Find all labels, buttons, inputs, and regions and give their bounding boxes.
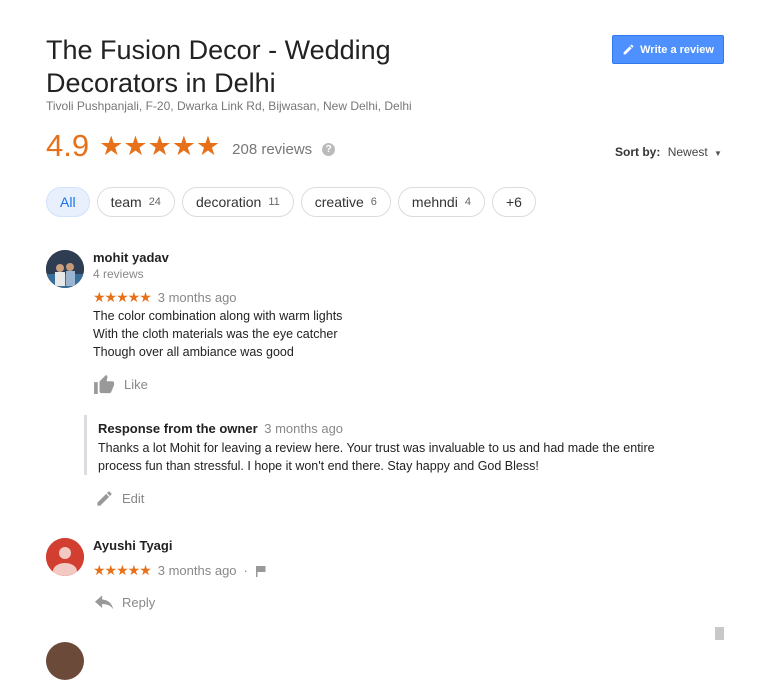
owner-response-heading: Response from the owner [98,421,258,436]
reply-label: Reply [122,595,156,610]
reviewer-review-count[interactable]: 4 reviews [93,267,144,281]
sort-dropdown[interactable]: Sort by: Newest ▼ [615,145,722,159]
topic-chips: All team 24 decoration 11 creative 6 meh… [46,187,536,217]
chip-all[interactable]: All [46,187,90,217]
avatar[interactable] [46,642,84,680]
owner-response-line: process fun than stressful. I hope it wo… [98,459,539,473]
avatar[interactable] [46,250,84,288]
chip-label: creative [314,194,364,210]
separator: · [243,563,248,578]
review-text-line: Though over all ambiance was good [93,345,294,359]
chip-more[interactable]: +6 [491,187,536,217]
review-count[interactable]: 208 reviews [232,141,312,158]
chip-mehndi[interactable]: mehndi 4 [397,187,485,217]
owner-response-time: 3 months ago [264,421,344,436]
review-stars: ★★★★★ [93,289,152,305]
owner-response-line: Thanks a lot Mohit for leaving a review … [98,441,655,455]
like-label: Like [124,376,148,392]
business-title: The Fusion Decor - Wedding Decorators in… [46,35,391,98]
reviewer-name[interactable]: mohit yadav [93,250,169,265]
review-text: The color combination along with warm li… [93,307,342,361]
rating-value: 4.9 [46,128,90,163]
chevron-down-icon: ▼ [714,149,722,158]
business-address: Tivoli Pushpanjali, F-20, Dwarka Link Rd… [46,99,412,113]
write-review-label: Write a review [640,43,714,56]
like-button[interactable]: Like [94,374,148,394]
review-text-line: With the cloth materials was the eye cat… [93,327,338,341]
reviewer-name[interactable]: Ayushi Tyagi [93,538,172,553]
chip-count: 6 [370,196,377,208]
scrollbar-thumb[interactable] [715,627,724,640]
chip-label: decoration [195,194,262,210]
chip-decoration[interactable]: decoration 11 [181,187,294,217]
chip-count: 24 [148,196,161,208]
pencil-icon [97,491,112,506]
sort-value: Newest [667,145,708,159]
edit-response-button[interactable]: Edit [95,489,144,508]
chip-label: mehndi [411,194,458,210]
profile-photo-icon [46,250,84,288]
owner-response: Response from the owner 3 months ago Tha… [84,415,704,475]
owner-response-text: Thanks a lot Mohit for leaving a review … [98,439,704,475]
chip-count: 4 [464,196,471,208]
help-icon[interactable]: ? [322,142,336,156]
review-stars: ★★★★★ [93,562,152,578]
avatar[interactable] [46,538,84,576]
write-review-button[interactable]: Write a review [612,35,724,64]
flag-icon[interactable] [255,565,267,577]
review-rating-row: ★★★★★ 3 months ago · [93,562,267,579]
rating-summary: 4.9 ★★★★★ 208 reviews ? [46,128,336,164]
edit-label: Edit [122,491,145,506]
review-text-line: The color combination along with warm li… [93,309,343,323]
chip-label: team [110,194,142,210]
chip-team[interactable]: team 24 [96,187,175,217]
pencil-icon [623,44,634,55]
review-rating-row: ★★★★★ 3 months ago [93,289,237,306]
chip-creative[interactable]: creative 6 [300,187,391,217]
default-profile-icon [46,538,84,576]
review-time: 3 months ago [157,563,237,578]
chip-label: +6 [505,194,522,210]
review-time: 3 months ago [157,290,237,305]
reply-button[interactable]: Reply [95,595,155,610]
rating-stars: ★★★★★ [99,130,221,161]
owner-response-header: Response from the owner 3 months ago [98,421,704,436]
chip-count: 11 [268,196,280,208]
reply-icon [95,595,114,610]
thumbs-up-icon [94,374,115,394]
chip-label: All [60,194,76,210]
sort-label: Sort by: [615,145,661,159]
